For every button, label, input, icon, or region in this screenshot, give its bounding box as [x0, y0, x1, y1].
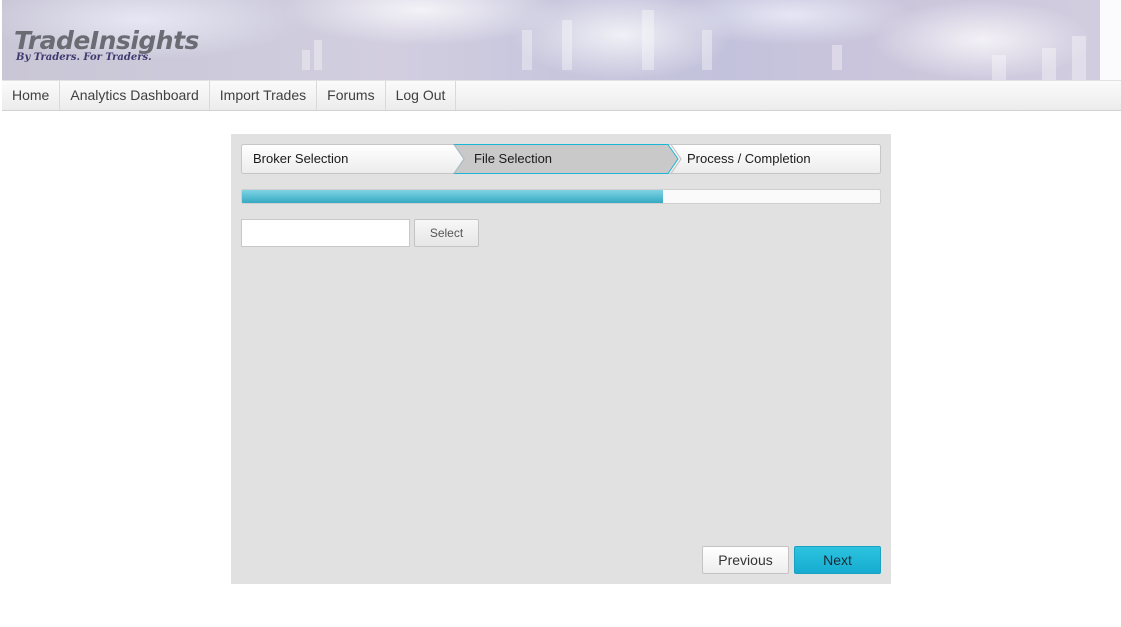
header-banner: TradeInsights By Traders. For Traders. [2, 0, 1121, 80]
step-broker-selection[interactable]: Broker Selection [253, 144, 348, 174]
nav-item-import-trades[interactable]: Import Trades [210, 81, 318, 110]
nav-item-forums[interactable]: Forums [317, 81, 386, 110]
next-button[interactable]: Next [794, 546, 881, 574]
nav-item-log-out[interactable]: Log Out [386, 81, 457, 110]
import-wizard-panel: Broker Selection File Selection Process … [231, 134, 891, 584]
nav-item-home[interactable]: Home [2, 81, 61, 110]
main-nav: Home Analytics Dashboard Import Trades F… [2, 80, 1121, 111]
previous-button[interactable]: Previous [702, 546, 789, 574]
step-process-completion[interactable]: Process / Completion [687, 144, 811, 174]
select-file-button[interactable]: Select [414, 219, 479, 247]
file-path-input[interactable] [241, 219, 410, 247]
brand-logo[interactable]: TradeInsights By Traders. For Traders. [14, 26, 199, 64]
wizard-progress-fill [242, 190, 664, 203]
step-file-selection[interactable]: File Selection [474, 144, 552, 174]
wizard-progress-bar [241, 189, 881, 204]
nav-item-analytics-dashboard[interactable]: Analytics Dashboard [60, 81, 210, 110]
wizard-steps: Broker Selection File Selection Process … [241, 144, 881, 174]
